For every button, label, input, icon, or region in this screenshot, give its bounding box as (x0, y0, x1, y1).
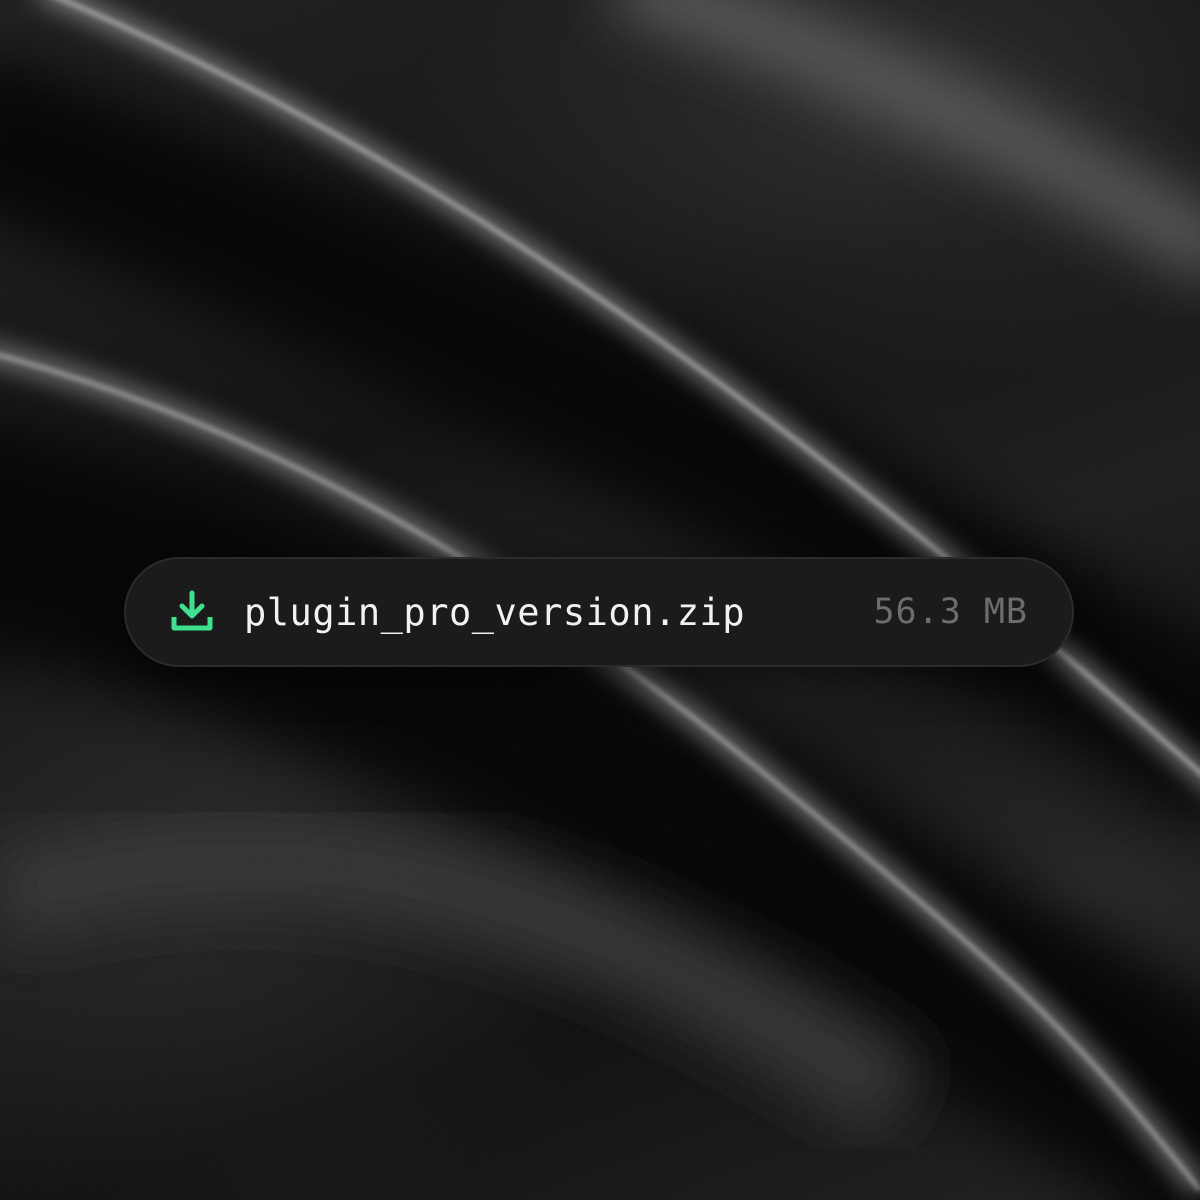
download-item[interactable]: plugin_pro_version.zip 56.3 MB (124, 557, 1074, 667)
download-icon[interactable] (168, 588, 216, 636)
file-size: 56.3 MB (873, 592, 1028, 632)
file-name: plugin_pro_version.zip (244, 590, 746, 634)
background: plugin_pro_version.zip 56.3 MB (0, 0, 1200, 1200)
